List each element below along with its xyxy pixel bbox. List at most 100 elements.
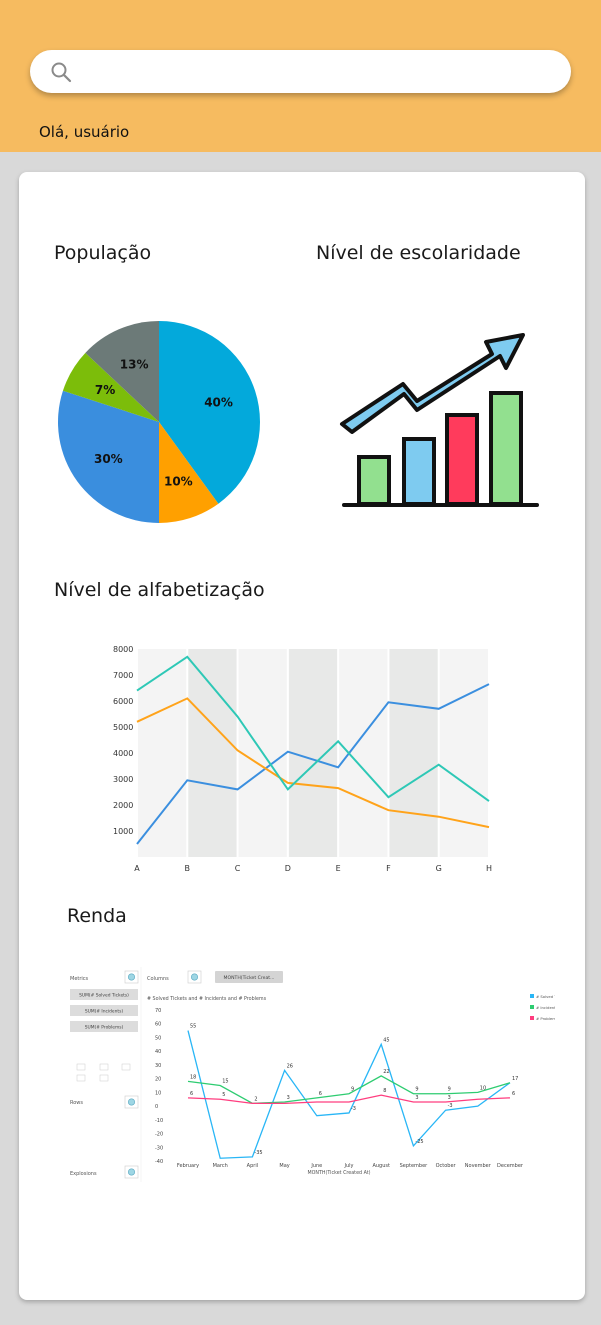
data-label: -3: [351, 1106, 356, 1112]
chart-band: [137, 649, 188, 857]
measure-pill-incidents[interactable]: SUM(# Incidents): [70, 1005, 138, 1016]
data-label: 6: [512, 1091, 515, 1097]
columns-label: Columns: [147, 976, 169, 982]
data-label: 9: [351, 1087, 354, 1093]
y-tick-label: 70: [155, 1008, 161, 1014]
x-tick-label: April: [247, 1163, 258, 1169]
x-tick-label: B: [185, 864, 191, 873]
data-label: -25: [415, 1139, 423, 1145]
metrics-label: Metrics: [70, 976, 89, 982]
population-pie-chart: 40% 10% 30% 7% 13%: [57, 321, 260, 523]
pie-slice-label: 40%: [204, 396, 233, 410]
y-tick-label: -20: [155, 1132, 163, 1138]
y-tick-label: 50: [155, 1035, 161, 1041]
pie-slice-label: 13%: [120, 358, 149, 372]
x-tick-label: December: [497, 1163, 524, 1169]
pie-slice-label: 7%: [95, 383, 115, 397]
y-tick-label: 30: [155, 1063, 161, 1069]
x-tick-label: F: [386, 864, 391, 873]
data-label: 9: [448, 1087, 451, 1093]
x-tick-label: October: [436, 1163, 457, 1169]
add-column-button[interactable]: [187, 970, 202, 984]
data-label: 3: [415, 1095, 418, 1101]
y-tick-label: 10: [155, 1090, 161, 1096]
chart-band: [338, 649, 389, 857]
x-tick-label: May: [279, 1163, 289, 1169]
y-tick-label: 8000: [113, 645, 133, 654]
search-bar[interactable]: [30, 50, 571, 93]
rows-label: Rows: [70, 1100, 83, 1106]
data-label: 22: [383, 1069, 389, 1075]
data-label: 2: [254, 1096, 257, 1102]
measure-label: SUM(# Incidents): [85, 1009, 124, 1015]
chart-type-icons[interactable]: [76, 1063, 131, 1082]
income-title: Renda: [67, 905, 127, 927]
search-icon[interactable]: [50, 61, 72, 83]
y-tick-label: 0: [155, 1104, 158, 1110]
data-label: 45: [383, 1037, 389, 1043]
education-title: Nível de escolaridade: [316, 242, 521, 264]
chart-band: [187, 649, 238, 857]
x-tick-label: June: [310, 1163, 322, 1169]
y-tick-label: -30: [155, 1145, 163, 1151]
data-label: -35: [254, 1150, 262, 1156]
chart-band: [388, 649, 439, 857]
data-label: -3: [448, 1103, 453, 1109]
y-tick-label: -10: [155, 1118, 163, 1124]
y-tick-label: 4000: [113, 749, 133, 758]
population-title: População: [54, 242, 152, 264]
y-tick-label: 1000: [113, 827, 133, 836]
data-label: 6: [190, 1091, 193, 1097]
growth-chart-icon: [340, 333, 539, 507]
search-input[interactable]: [86, 58, 560, 86]
x-tick-label: C: [235, 864, 241, 873]
measure-pill-problems[interactable]: SUM(# Problems): [70, 1021, 138, 1032]
income-series-line: [187, 1094, 511, 1104]
measure-label: SUM(# Problems): [85, 1025, 124, 1031]
x-tick-label: E: [336, 864, 341, 873]
data-label: 15: [222, 1079, 228, 1085]
y-tick-label: 60: [155, 1022, 161, 1028]
y-tick-label: -40: [155, 1159, 163, 1165]
x-tick-label: September: [400, 1163, 429, 1169]
x-tick-label: November: [465, 1163, 492, 1169]
x-tick-label: D: [285, 864, 291, 873]
data-label: 8: [383, 1088, 386, 1094]
explosions-label: Explosions: [70, 1171, 97, 1177]
data-label: 18: [190, 1074, 196, 1080]
app-header: Olá, usuário: [0, 0, 601, 152]
add-explosion-button[interactable]: [124, 1165, 139, 1179]
legend-label: # Problems: [536, 1016, 555, 1021]
measure-label: SUM(# Solved Tickets): [79, 993, 129, 999]
legend-swatch: [530, 1005, 534, 1009]
measure-pill-solved[interactable]: SUM(# Solved Tickets): [70, 989, 138, 1000]
data-label: 17: [512, 1076, 518, 1082]
x-tick-label: G: [436, 864, 442, 873]
y-tick-label: 3000: [113, 775, 133, 784]
column-field-text: MONTH(Ticket Creat...: [224, 975, 275, 981]
y-tick-label: 40: [155, 1049, 161, 1055]
data-label: 9: [415, 1087, 418, 1093]
literacy-title: Nível de alfabetização: [54, 579, 265, 601]
y-tick-label: 2000: [113, 801, 133, 810]
income-report-widget: Metrics Columns MONTH(Ticket Creat... SU…: [65, 967, 565, 1182]
y-tick-label: 7000: [113, 671, 133, 680]
data-label: 3: [287, 1095, 290, 1101]
pie-slice-label: 30%: [94, 452, 123, 466]
data-label: 10: [480, 1085, 486, 1091]
legend-label: # Incidents: [536, 1005, 555, 1010]
legend-swatch: [530, 994, 534, 998]
x-tick-label: February: [177, 1163, 199, 1169]
legend-swatch: [530, 1016, 534, 1020]
add-metric-button[interactable]: [124, 970, 139, 984]
data-label: 5: [222, 1092, 225, 1098]
legend-label: # Solved Ticke: [536, 994, 555, 999]
income-x-axis-label: MONTH(Ticket Created At): [307, 1170, 370, 1176]
x-tick-label: March: [213, 1163, 228, 1169]
x-tick-label: H: [486, 864, 492, 873]
add-row-button[interactable]: [124, 1095, 139, 1109]
income-chart-subtitle: # Solved Tickets and # Incidents and # P…: [147, 996, 267, 1002]
literacy-line-chart: 1000 2000 3000 4000 5000 6000 7000 8000 A B C D E F G…: [113, 645, 492, 873]
data-label: 26: [287, 1063, 293, 1069]
dashboard-card: População Nível de escolaridade 40% 10% 30…: [19, 172, 585, 1300]
